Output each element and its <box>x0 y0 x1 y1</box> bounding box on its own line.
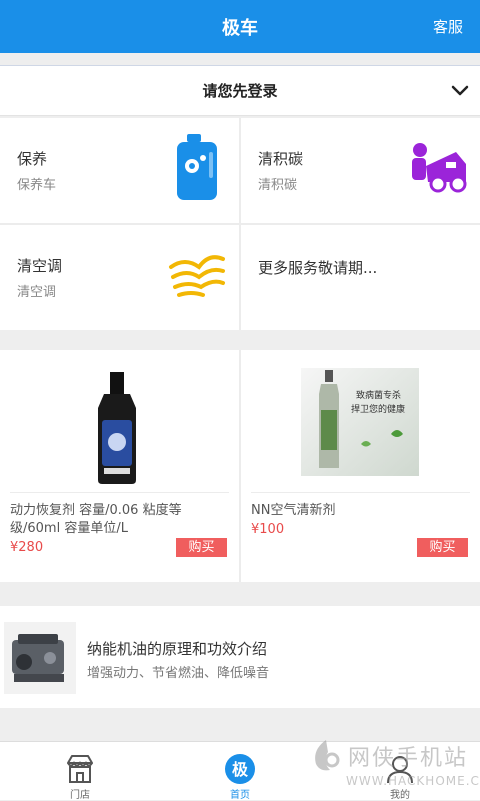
service-subtitle: 保养车 <box>17 178 57 193</box>
article-item[interactable]: 纳能机油的原理和功效介绍 增强动力、节省燃油、降低噪音 <box>0 606 480 708</box>
product-list: 动力恢复剂 容量/0.06 粘度等级/60ml 容量单位/L ¥280 购买 致… <box>0 350 480 582</box>
login-prompt-bar[interactable]: 请您先登录 <box>0 65 480 116</box>
product-name: NN空气清新剂 <box>251 503 336 518</box>
product-name: 动力恢复剂 容量/0.06 粘度等级/60ml 容量单位/L <box>10 503 182 536</box>
air-conditioner-icon <box>169 255 225 297</box>
tab-label: 首页 <box>230 790 250 801</box>
watermark-text: 网侠手机站 <box>348 746 469 771</box>
service-name: 更多服务敬请期... <box>258 259 378 277</box>
product-card[interactable]: 动力恢复剂 容量/0.06 粘度等级/60ml 容量单位/L ¥280 购买 <box>0 350 239 582</box>
chevron-down-icon <box>451 85 469 96</box>
card-separator <box>251 492 470 493</box>
tab-store[interactable]: 门店 <box>40 742 120 801</box>
product-price: ¥280 <box>10 540 44 555</box>
watermark: 网侠手机站 WWW.HACKHOME.COM <box>306 734 480 798</box>
article-description: 增强动力、节省燃油、降低噪音 <box>87 666 270 681</box>
store-icon <box>67 755 93 783</box>
service-ac-cleaning[interactable]: 清空调 清空调 <box>0 225 239 330</box>
svg-text:极: 极 <box>232 760 249 779</box>
service-maintenance[interactable]: 保养 保养车 <box>0 118 239 223</box>
buy-button[interactable]: 购买 <box>417 538 468 557</box>
image-caption: 捍卫您的健康 <box>351 403 405 415</box>
card-separator <box>10 492 229 493</box>
service-grid: 保养 保养车 清积碳 清积碳 清空调 清空调 更多服务敬请期... <box>0 118 480 330</box>
service-more: 更多服务敬请期... <box>241 225 480 330</box>
engine-image <box>4 622 76 694</box>
buy-button[interactable]: 购买 <box>176 538 227 557</box>
oil-can-icon <box>177 134 217 200</box>
app-header: 极车 客服 <box>0 0 480 53</box>
article-title: 纳能机油的原理和功效介绍 <box>87 640 268 658</box>
product-card[interactable]: 致病菌专杀 捍卫您的健康 NN空气清新剂 ¥100 购买 <box>241 350 480 582</box>
service-carbon-cleaning[interactable]: 清积碳 清积碳 <box>241 118 480 223</box>
service-name: 清积碳 <box>258 150 304 168</box>
login-prompt-text: 请您先登录 <box>202 82 278 100</box>
watermark-logo-icon <box>315 740 340 771</box>
air-freshener-spray-image: 致病菌专杀 捍卫您的健康 <box>301 368 419 476</box>
grid-divider <box>0 223 480 225</box>
car-repair-icon <box>412 143 467 193</box>
product-price: ¥100 <box>251 522 285 537</box>
service-subtitle: 清积碳 <box>258 178 298 193</box>
service-name: 清空调 <box>17 257 63 275</box>
image-caption: 致病菌专杀 <box>356 389 401 401</box>
app-title: 极车 <box>222 18 258 39</box>
engine-additive-bottle-image <box>98 372 136 484</box>
home-ji-icon: 极 <box>225 754 255 784</box>
tab-label: 门店 <box>70 790 90 801</box>
watermark-url: WWW.HACKHOME.COM <box>346 774 480 788</box>
service-subtitle: 清空调 <box>17 285 57 300</box>
service-name: 保养 <box>17 150 48 168</box>
tab-home[interactable]: 极 首页 <box>200 742 280 801</box>
grid-divider <box>239 350 241 582</box>
customer-service-button[interactable]: 客服 <box>433 16 463 37</box>
